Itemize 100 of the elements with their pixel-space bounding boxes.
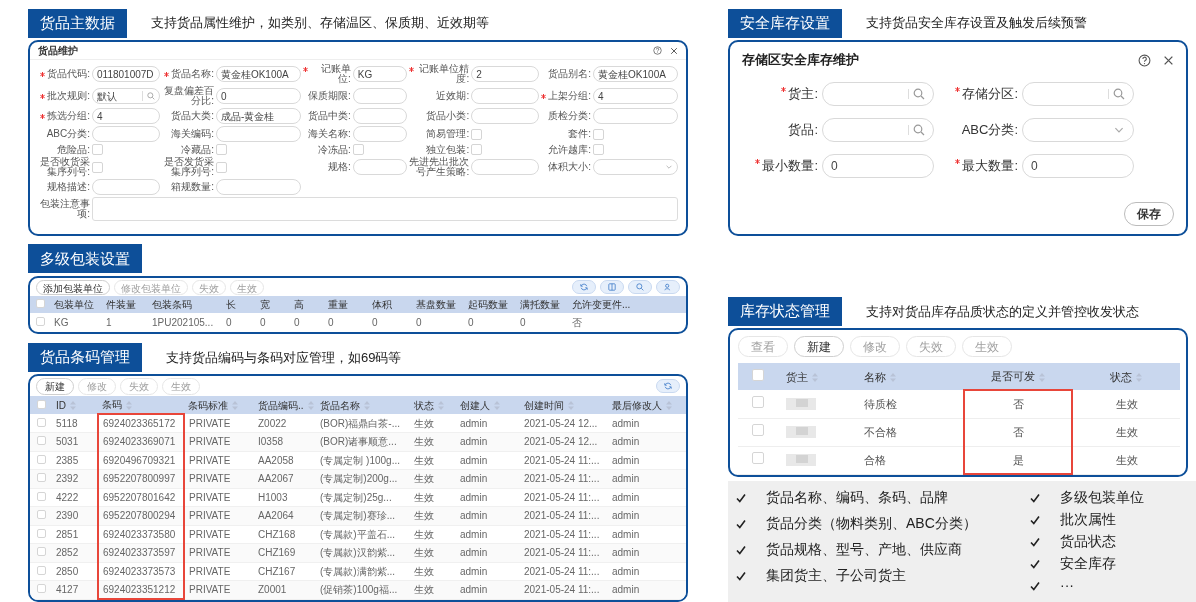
checkbox[interactable] bbox=[593, 144, 605, 155]
search-icon[interactable] bbox=[913, 88, 925, 100]
table-cell: 2850 bbox=[52, 562, 98, 581]
checkbox[interactable] bbox=[92, 144, 103, 155]
sort-icon[interactable] bbox=[1039, 372, 1045, 382]
sort-icon[interactable] bbox=[568, 401, 574, 411]
checkbox[interactable] bbox=[215, 144, 227, 155]
sort-icon[interactable] bbox=[1136, 373, 1142, 383]
table-cell: 待质检 bbox=[856, 390, 964, 419]
table-cell: 2021-05-24 11:... bbox=[520, 580, 608, 599]
checkbox[interactable] bbox=[36, 399, 46, 409]
column-header: 条码 bbox=[98, 396, 184, 414]
feature-item: 集团货主、子公司货主 bbox=[766, 566, 906, 585]
table-cell: 否 bbox=[964, 390, 1072, 419]
sort-icon[interactable] bbox=[232, 401, 238, 411]
check-icon bbox=[1030, 558, 1040, 569]
checkbox[interactable] bbox=[36, 584, 46, 594]
search-icon[interactable] bbox=[1113, 88, 1125, 100]
checkbox[interactable] bbox=[36, 510, 46, 520]
column-header: 重量 bbox=[324, 296, 368, 314]
field-label: 货品中类: bbox=[308, 111, 351, 121]
checkbox[interactable] bbox=[752, 452, 764, 465]
table-cell: 生效 bbox=[410, 562, 456, 581]
field-label: ABC分类: bbox=[46, 129, 90, 139]
sort-icon[interactable] bbox=[666, 401, 672, 411]
checkbox[interactable] bbox=[471, 128, 483, 140]
checkbox[interactable] bbox=[36, 417, 46, 427]
checkbox[interactable] bbox=[36, 528, 46, 538]
refresh-icon[interactable] bbox=[572, 280, 596, 295]
columns-icon[interactable] bbox=[600, 280, 624, 295]
checkbox[interactable] bbox=[36, 473, 46, 483]
table-cell: admin bbox=[608, 432, 686, 451]
checkbox[interactable] bbox=[752, 395, 764, 408]
textarea-field[interactable] bbox=[92, 197, 678, 221]
table-cell: 2021-05-24 11:... bbox=[520, 525, 608, 544]
window-title: 货品维护 bbox=[38, 44, 78, 58]
checkbox[interactable] bbox=[352, 144, 364, 155]
sort-icon[interactable] bbox=[438, 401, 444, 411]
sort-icon[interactable] bbox=[126, 400, 132, 410]
search-icon[interactable] bbox=[146, 92, 155, 100]
checkbox[interactable] bbox=[36, 565, 46, 575]
table-cell: (专属定制)赛珍... bbox=[316, 506, 410, 525]
checkbox[interactable] bbox=[593, 128, 605, 140]
sort-icon[interactable] bbox=[307, 401, 314, 411]
checkbox[interactable] bbox=[35, 299, 45, 309]
column-header: 创建人 bbox=[456, 396, 520, 414]
table-cell: 4222 bbox=[52, 488, 98, 507]
table-cell: admin bbox=[456, 506, 520, 525]
table-cell: 0 bbox=[256, 313, 290, 333]
column-header: 状态 bbox=[1072, 363, 1180, 391]
column-header: 货主 bbox=[778, 363, 856, 391]
field-label: 体积大小: bbox=[548, 162, 592, 172]
table-cell: 0 bbox=[222, 313, 256, 333]
checkbox[interactable] bbox=[36, 454, 46, 464]
check-icon bbox=[736, 518, 746, 529]
column-header: 状态 bbox=[410, 396, 456, 414]
help-icon[interactable] bbox=[653, 46, 662, 55]
sort-icon[interactable] bbox=[494, 401, 500, 411]
check-icon bbox=[736, 492, 746, 503]
sort-icon[interactable] bbox=[70, 401, 76, 411]
field-label: 质检分类: bbox=[548, 111, 592, 121]
field-label: 存储分区: bbox=[962, 85, 1018, 104]
column-header: 长 bbox=[222, 296, 256, 314]
toolbar-button[interactable]: 新建 bbox=[794, 336, 844, 358]
user-search-icon[interactable] bbox=[656, 280, 680, 295]
column-header: 允许变更件... bbox=[568, 296, 686, 314]
toolbar-button[interactable]: 新建 bbox=[36, 377, 74, 395]
table-cell: admin bbox=[456, 543, 520, 562]
checkbox[interactable] bbox=[36, 436, 46, 446]
feature-item: ··· bbox=[1060, 576, 1074, 595]
sort-icon[interactable] bbox=[364, 401, 370, 411]
refresh-icon[interactable] bbox=[656, 379, 680, 394]
table-cell: 生效 bbox=[410, 469, 456, 488]
sort-icon[interactable] bbox=[812, 373, 818, 383]
close-icon[interactable] bbox=[670, 46, 678, 55]
checkbox[interactable] bbox=[36, 547, 46, 557]
checkbox[interactable] bbox=[215, 161, 227, 173]
sort-icon[interactable] bbox=[890, 373, 896, 383]
close-icon[interactable] bbox=[1163, 54, 1174, 66]
column-header: ID bbox=[52, 396, 98, 414]
checkbox[interactable] bbox=[36, 491, 46, 501]
checkbox[interactable] bbox=[92, 161, 103, 173]
table-cell: Z0001 bbox=[254, 580, 316, 599]
feature-item: 多级包装单位 bbox=[1060, 488, 1144, 507]
checkbox[interactable] bbox=[752, 368, 764, 381]
search-icon[interactable] bbox=[913, 124, 925, 136]
column-header: 是否可发 bbox=[964, 363, 1072, 391]
column-header: 条码标准 bbox=[184, 396, 254, 414]
table-cell: admin bbox=[456, 488, 520, 507]
table-cell: 2021-05-24 11:... bbox=[520, 469, 608, 488]
help-icon[interactable] bbox=[1138, 53, 1151, 67]
checkbox[interactable] bbox=[752, 424, 764, 437]
table-cell: (BOR)福鼎白茶-... bbox=[316, 414, 410, 433]
field-label: 拣选分组: bbox=[47, 111, 90, 121]
toolbar-button[interactable]: 添加包装单位 bbox=[36, 279, 110, 295]
chevron-down-icon[interactable] bbox=[665, 163, 673, 171]
checkbox[interactable] bbox=[471, 144, 483, 155]
table-cell: admin bbox=[456, 451, 520, 470]
check-icon bbox=[1030, 536, 1040, 547]
checkbox[interactable] bbox=[35, 317, 45, 327]
